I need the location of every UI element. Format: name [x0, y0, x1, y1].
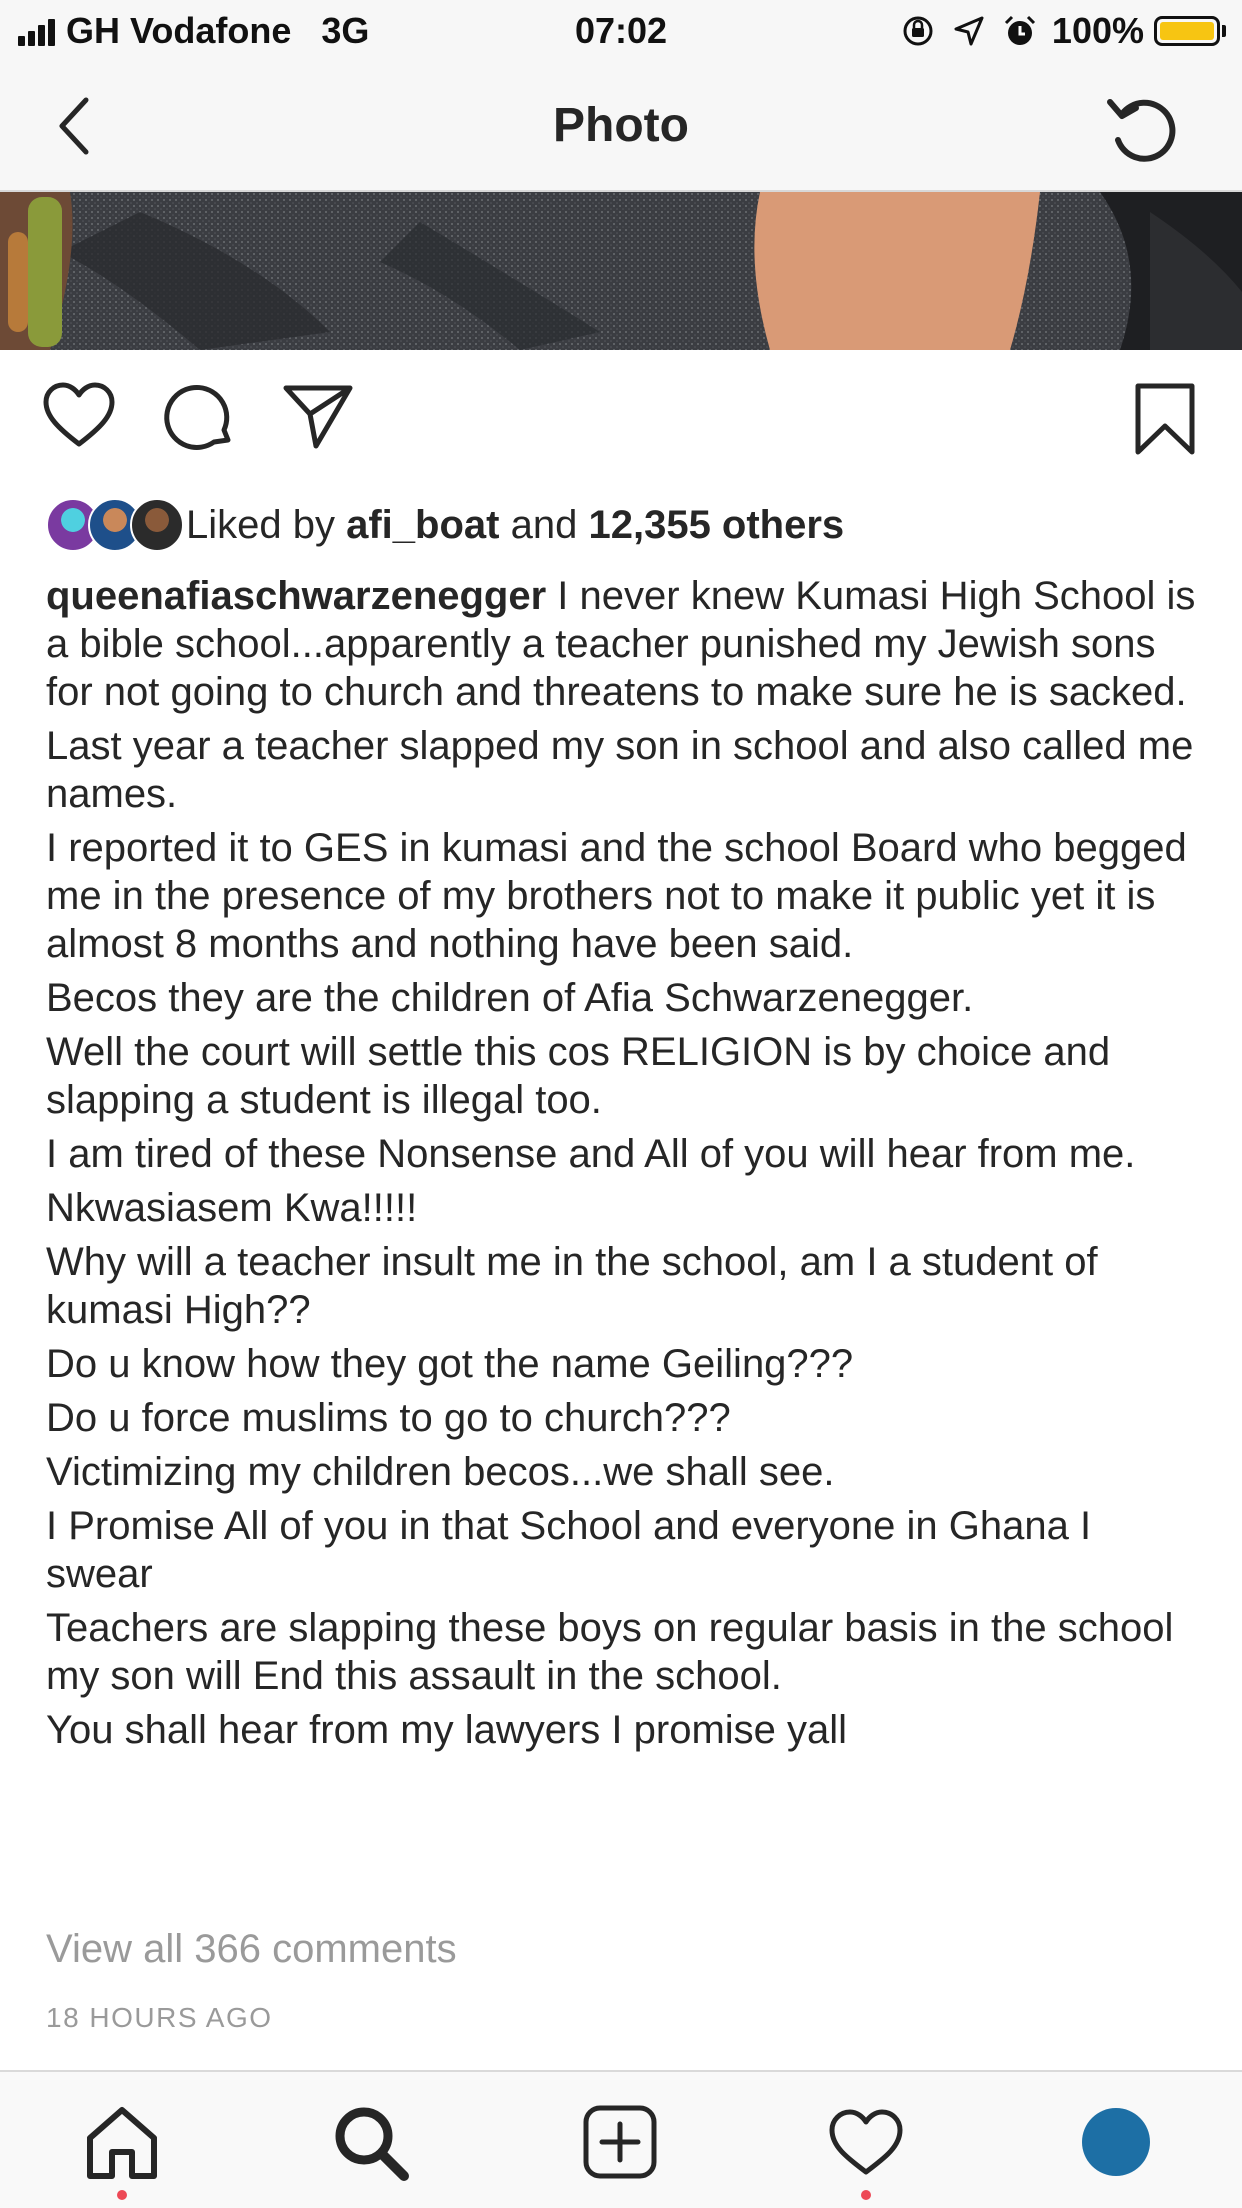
- battery-percent: 100%: [1051, 10, 1144, 51]
- caption-paragraph: Why will a teacher insult me in the scho…: [46, 1240, 1098, 1332]
- caption-paragraph: Do u force muslims to go to church???: [46, 1396, 731, 1440]
- notification-dot: [117, 2190, 127, 2200]
- caption-paragraph: queenafiaschwarzenegger I never knew Kum…: [46, 574, 1196, 714]
- liker-username[interactable]: afi_boat: [346, 503, 499, 547]
- status-bar: GH Vodafone 3G 07:02 100%: [0, 0, 1242, 62]
- profile-icon[interactable]: [1076, 2102, 1156, 2182]
- post-actions: [0, 380, 1242, 460]
- status-right: 100%: [884, 10, 1226, 52]
- post-timestamp: 18 HOURS AGO: [46, 2002, 273, 2033]
- home-icon[interactable]: [82, 2102, 162, 2182]
- avatar: [130, 498, 184, 552]
- post-caption: queenafiaschwarzenegger I never knew Kum…: [46, 572, 1206, 1760]
- add-post-icon[interactable]: [580, 2102, 660, 2182]
- activity-icon[interactable]: [826, 2102, 906, 2182]
- caption-paragraph: Do u know how they got the name Geiling?…: [46, 1342, 854, 1386]
- post-photo-image: [0, 192, 1242, 350]
- comment-icon[interactable]: [162, 380, 236, 454]
- likes-prefix: Liked by: [186, 502, 335, 547]
- view-all-comments-link[interactable]: View all 366 comments: [46, 1927, 457, 1972]
- caption-paragraph: Victimizing my children becos...we shall…: [46, 1450, 835, 1494]
- caption-paragraph: Last year a teacher slapped my son in sc…: [46, 724, 1194, 816]
- share-icon[interactable]: [280, 380, 356, 452]
- navigation-bar: Photo: [0, 62, 1242, 192]
- caption-paragraph: I am tired of these Nonsense and All of …: [46, 1132, 1136, 1176]
- caption-paragraph: Nkwasiasem Kwa!!!!!: [46, 1186, 418, 1230]
- bookmark-icon[interactable]: [1130, 380, 1200, 458]
- caption-paragraph: Teachers are slapping these boys on regu…: [46, 1606, 1174, 1698]
- caption-username[interactable]: queenafiaschwarzenegger: [46, 574, 546, 618]
- likes-text: Liked by afi_boat and 12,355 others: [186, 503, 844, 548]
- search-icon[interactable]: [330, 2102, 410, 2182]
- caption-paragraph: I reported it to GES in kumasi and the s…: [46, 826, 1187, 966]
- post-photo[interactable]: [0, 192, 1242, 350]
- notification-dot: [861, 2190, 871, 2200]
- page-title: Photo: [553, 99, 689, 152]
- likes-row[interactable]: Liked by afi_boat and 12,355 others: [46, 495, 844, 555]
- alarm-icon: [1004, 15, 1035, 45]
- caption-paragraph: Becos they are the children of Afia Schw…: [46, 976, 974, 1020]
- caption-paragraph: I Promise All of you in that School and …: [46, 1504, 1092, 1596]
- rotation-lock-icon: [903, 16, 933, 46]
- battery-icon: [1154, 16, 1226, 46]
- caption-paragraph: You shall hear from my lawyers I promise…: [46, 1708, 848, 1752]
- likes-count[interactable]: 12,355 others: [588, 503, 844, 547]
- caption-paragraph: Well the court will settle this cos RELI…: [46, 1030, 1111, 1122]
- liker-avatars: [46, 498, 186, 552]
- bottom-tab-bar: [0, 2070, 1242, 2208]
- likes-joiner: and: [510, 502, 578, 547]
- heart-icon[interactable]: [40, 380, 118, 450]
- location-icon: [954, 16, 984, 46]
- refresh-icon[interactable]: [1104, 90, 1184, 170]
